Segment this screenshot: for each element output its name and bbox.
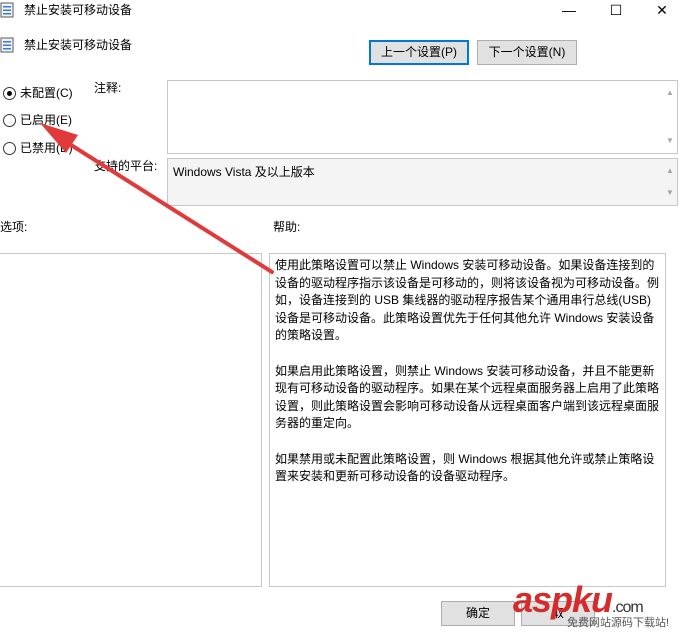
scroll-down-icon[interactable]: ▼ — [664, 187, 676, 199]
radio-label: 已启用(E) — [20, 113, 72, 127]
watermark: aspku.com 免费网站源码下载站! — [513, 580, 685, 632]
help-label: 帮助: — [273, 220, 301, 234]
platform-value: Windows Vista 及以上版本 — [173, 165, 315, 179]
watermark-tagline: 免费网站源码下载站! — [567, 617, 670, 629]
platform-label: 支持的平台: — [94, 159, 158, 173]
watermark-brand: aspku — [513, 579, 613, 620]
maximize-button[interactable]: ☐ — [593, 0, 639, 22]
comment-textarea[interactable]: ▲ ▼ — [167, 80, 678, 154]
policy-name: 禁止安装可移动设备 — [24, 38, 133, 52]
minimize-button[interactable]: — — [546, 0, 592, 22]
radio-indicator[interactable] — [3, 142, 16, 155]
watermark-domain: .com — [612, 599, 644, 616]
close-button[interactable]: ✕ — [639, 0, 685, 22]
scroll-down-icon[interactable]: ▼ — [664, 135, 676, 147]
policy-setting-icon — [0, 2, 14, 18]
policy-setting-icon — [0, 37, 14, 53]
ok-button[interactable]: 确定 — [441, 601, 515, 626]
help-paragraph: 使用此策略设置可以禁止 Windows 安装可移动设备。如果设备连接到的设备的驱… — [275, 258, 660, 343]
scroll-up-icon[interactable]: ▲ — [664, 165, 676, 177]
radio-label: 未配置(C) — [20, 86, 73, 100]
scroll-up-icon[interactable]: ▲ — [664, 87, 676, 99]
previous-setting-button[interactable]: 上一个设置(P) — [369, 40, 469, 65]
comment-scrollbar[interactable]: ▲ ▼ — [664, 81, 676, 153]
options-panel — [0, 253, 262, 587]
radio-label: 已禁用(D) — [20, 141, 73, 155]
radio-indicator[interactable] — [3, 87, 16, 100]
next-setting-button[interactable]: 下一个设置(N) — [477, 40, 577, 65]
platform-field: Windows Vista 及以上版本 ▲ ▼ — [167, 158, 678, 206]
platform-scrollbar[interactable]: ▲ ▼ — [664, 159, 676, 205]
comment-label: 注释: — [94, 81, 122, 95]
window-title: 禁止安装可移动设备 — [24, 3, 133, 17]
help-text: 使用此策略设置可以禁止 Windows 安装可移动设备。如果设备连接到的设备的驱… — [275, 257, 662, 503]
radio-indicator[interactable] — [3, 114, 16, 127]
help-paragraph: 如果启用此策略设置，则禁止 Windows 安装可移动设备，并且不能更新现有可移… — [275, 363, 660, 431]
options-label: 选项: — [0, 220, 28, 234]
help-paragraph: 如果禁用或未配置此策略设置，则 Windows 根据其他允许或禁止策略设置来安装… — [275, 451, 655, 484]
